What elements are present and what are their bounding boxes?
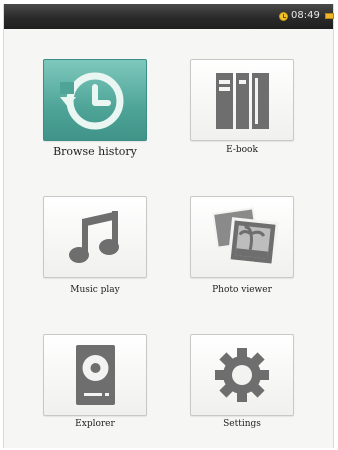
gear-icon [215,348,269,402]
photo-viewer-label: Photo viewer [212,285,272,295]
battery-icon [325,13,334,19]
music-play-button[interactable] [43,196,147,278]
history-icon [60,72,124,130]
settings-button[interactable] [190,334,294,416]
photo-viewer-button[interactable] [190,196,294,278]
browse-history-label: Browse history [53,145,137,158]
book-icon [216,73,269,129]
explorer-label: Explorer [75,419,115,429]
ebook-label: E-book [226,145,258,155]
browse-history-button[interactable] [43,59,147,141]
ebook-button[interactable] [190,59,294,141]
music-play-label: Music play [70,285,120,295]
settings-label: Settings [223,419,261,429]
hard-drive-icon [76,345,115,405]
photo-icon [212,207,279,267]
music-note-icon [69,211,119,263]
status-bar: 08:49 [4,4,334,29]
status-time: 08:49 [291,10,320,21]
explorer-button[interactable] [43,334,147,416]
clock-icon [279,12,288,21]
